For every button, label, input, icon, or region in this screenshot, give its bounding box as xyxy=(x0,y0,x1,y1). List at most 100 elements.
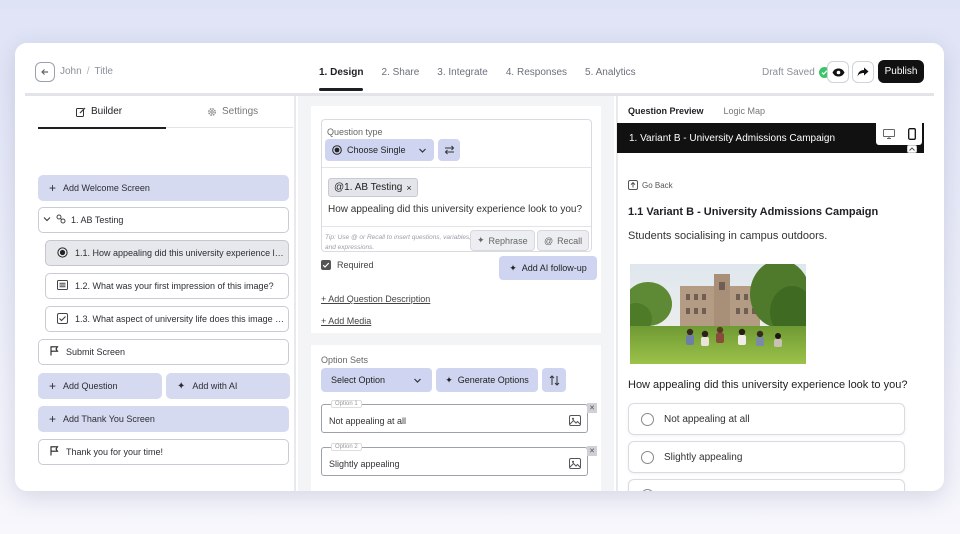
tab-analytics[interactable]: 5. Analytics xyxy=(585,43,636,91)
tab-builder[interactable]: Builder xyxy=(76,106,122,117)
preview-option-1[interactable]: Not appealing at all xyxy=(628,403,905,435)
publish-button[interactable]: Publish xyxy=(878,60,924,83)
desktop-icon[interactable] xyxy=(882,129,895,139)
tab-question-preview[interactable]: Question Preview xyxy=(628,106,704,116)
gear-icon xyxy=(208,107,216,116)
active-tab-indicator xyxy=(38,127,166,129)
preview-tabs: Question Preview Logic Map xyxy=(628,106,765,116)
plus-icon: + xyxy=(49,412,57,426)
preview-option-label: Slightly appealing xyxy=(664,451,743,463)
question-group-label: 1. AB Testing xyxy=(71,215,124,225)
add-question-button[interactable]: + Add Question xyxy=(38,373,162,399)
sort-options-button[interactable] xyxy=(542,368,566,392)
radio-type-icon xyxy=(57,246,68,260)
add-ai-followup-label: Add AI follow-up xyxy=(521,263,587,273)
option-label: Option 1 xyxy=(331,400,362,408)
app-window: John / Title 1. Design 2. Share 3. Integ… xyxy=(15,43,944,491)
rephrase-button[interactable]: ✦ Rephrase xyxy=(470,230,535,251)
question-type-select[interactable]: Choose Single xyxy=(325,139,434,161)
breadcrumb-user[interactable]: John xyxy=(60,66,82,77)
draft-status: Draft Saved xyxy=(762,67,830,78)
thank-you-screen-item[interactable]: Thank you for your time! xyxy=(38,439,289,465)
add-welcome-screen-button[interactable]: + Add Welcome Screen xyxy=(38,175,289,201)
question-editor-box: Question type Choose Single @1. AB Testi… xyxy=(321,119,592,252)
tab-integrate[interactable]: 3. Integrate xyxy=(437,43,488,91)
mobile-icon[interactable] xyxy=(907,128,916,140)
share-button[interactable] xyxy=(852,61,874,83)
recall-tip: Tip: Use @ or Recall to insert questions… xyxy=(325,234,471,251)
add-thank-you-screen-button[interactable]: + Add Thank You Screen xyxy=(38,406,289,432)
device-toggle xyxy=(876,123,922,145)
swap-type-button[interactable] xyxy=(438,139,460,161)
group-tag: @1. AB Testing × xyxy=(328,178,418,197)
sparkle-icon: ✦ xyxy=(177,380,186,392)
generate-options-button[interactable]: ✦ Generate Options xyxy=(436,368,538,392)
builder-tabs: Builder Settings xyxy=(38,106,293,129)
preview-option-3[interactable] xyxy=(628,479,905,491)
select-option-label: Select Option xyxy=(331,375,386,385)
add-media-link[interactable]: + Add Media xyxy=(321,316,371,326)
radio-empty-icon xyxy=(641,488,654,491)
add-question-label: Add Question xyxy=(63,381,118,391)
option-input-1[interactable]: Option 1 Not appealing at all xyxy=(321,400,588,433)
question-item-1-2[interactable]: 1.2. What was your first impression of t… xyxy=(45,273,289,299)
chevron-down-icon xyxy=(43,215,51,225)
question-item-1-1[interactable]: 1.1. How appealing did this university e… xyxy=(45,240,289,266)
remove-option-button[interactable]: ✕ xyxy=(587,403,597,413)
question-text-input[interactable]: How appealing did this university experi… xyxy=(328,204,582,215)
question-group-ab-testing[interactable]: 1. AB Testing xyxy=(38,207,289,233)
tab-settings[interactable]: Settings xyxy=(207,106,258,117)
image-icon[interactable] xyxy=(569,456,581,474)
tag-remove-button[interactable]: × xyxy=(406,183,411,193)
collapse-button[interactable] xyxy=(907,145,917,153)
breadcrumb-separator: / xyxy=(86,66,90,77)
preview-option-2[interactable]: Slightly appealing xyxy=(628,441,905,473)
tab-design[interactable]: 1. Design xyxy=(319,43,364,91)
tab-logic-map[interactable]: Logic Map xyxy=(724,106,766,116)
go-back-label: Go Back xyxy=(642,180,673,190)
tab-builder-label: Builder xyxy=(91,106,123,117)
sort-arrows-icon xyxy=(549,374,559,386)
remove-option-button[interactable]: ✕ xyxy=(587,446,597,456)
sparkle-icon: ✦ xyxy=(445,374,453,385)
add-with-ai-label: Add with AI xyxy=(192,381,238,391)
go-back-button[interactable]: Go Back xyxy=(628,180,673,190)
checkbox-type-icon xyxy=(57,312,68,326)
builder-panel: Builder Settings + Add Welcome Screen 1.… xyxy=(27,96,296,491)
preview-title: 1.1 Variant B - University Admissions Ca… xyxy=(628,206,879,218)
share-arrow-icon xyxy=(857,67,869,77)
top-bar: John / Title 1. Design 2. Share 3. Integ… xyxy=(15,43,944,91)
submit-screen-item[interactable]: Submit Screen xyxy=(38,339,289,365)
submit-screen-label: Submit Screen xyxy=(66,347,126,357)
campus-photo xyxy=(630,264,806,364)
select-option-dropdown[interactable]: Select Option xyxy=(321,368,432,392)
required-toggle[interactable]: Required xyxy=(321,260,374,270)
plus-icon: + xyxy=(49,181,57,195)
recall-button[interactable]: @ Recall xyxy=(537,230,590,251)
add-thank-you-label: Add Thank You Screen xyxy=(63,414,155,424)
preview-panel: Question Preview Logic Map 1. Variant B … xyxy=(616,96,934,491)
question-type-value: Choose Single xyxy=(347,145,406,155)
chevron-down-icon xyxy=(414,378,421,383)
required-label: Required xyxy=(337,260,374,270)
tab-responses[interactable]: 4. Responses xyxy=(506,43,567,91)
back-button[interactable] xyxy=(35,62,55,82)
image-icon[interactable] xyxy=(569,413,581,431)
flag-icon xyxy=(50,346,59,358)
recall-label: Recall xyxy=(557,235,583,246)
breadcrumb-title[interactable]: Title xyxy=(94,66,113,77)
link-icon xyxy=(56,214,66,226)
main-tabs: 1. Design 2. Share 3. Integrate 4. Respo… xyxy=(319,43,636,91)
option-input-2[interactable]: Option 2 Slightly appealing xyxy=(321,443,588,476)
plus-icon: + xyxy=(49,379,57,393)
tab-share[interactable]: 2. Share xyxy=(381,43,419,91)
add-with-ai-button[interactable]: ✦ Add with AI xyxy=(166,373,290,399)
preview-button[interactable] xyxy=(827,61,849,83)
group-tag-label: @1. AB Testing xyxy=(334,182,403,193)
rephrase-label: Rephrase xyxy=(488,235,528,246)
add-ai-followup-button[interactable]: ✦ Add AI follow-up xyxy=(499,256,597,280)
question-item-label: 1.3. What aspect of university life does… xyxy=(75,314,288,324)
question-item-1-3[interactable]: 1.3. What aspect of university life does… xyxy=(45,306,289,332)
add-description-link[interactable]: + Add Question Description xyxy=(321,294,430,304)
question-item-label: 1.1. How appealing did this university e… xyxy=(75,248,288,258)
